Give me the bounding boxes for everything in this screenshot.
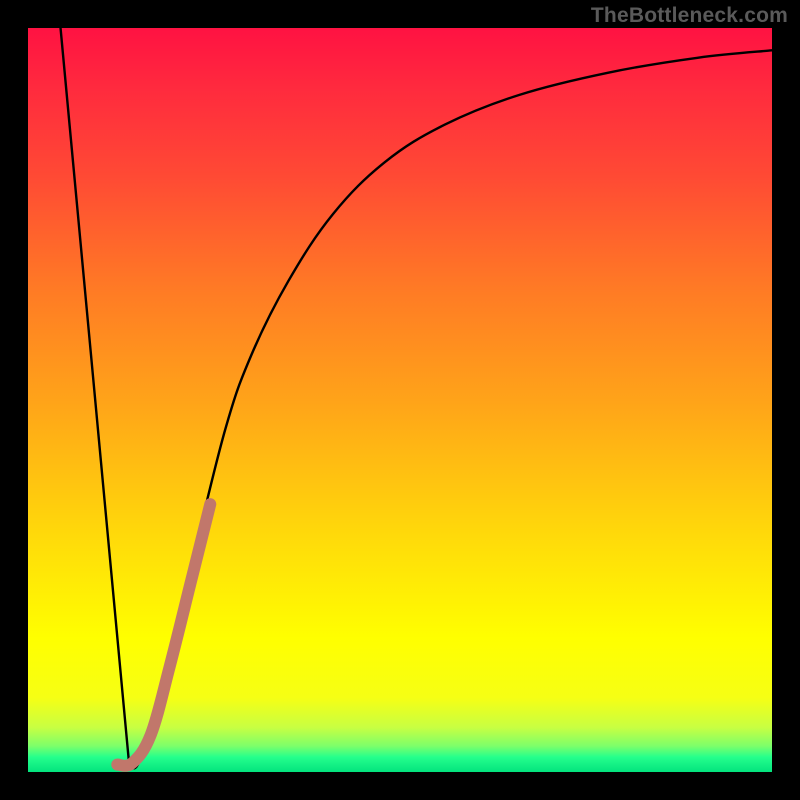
- curve-overlay-svg: [28, 28, 772, 772]
- plot-gradient-area: [28, 28, 772, 772]
- outer-black-frame: TheBottleneck.com: [0, 0, 800, 800]
- black-v-curve-path: [58, 28, 772, 768]
- watermark-text: TheBottleneck.com: [591, 4, 788, 28]
- highlight-segment-path: [117, 504, 210, 766]
